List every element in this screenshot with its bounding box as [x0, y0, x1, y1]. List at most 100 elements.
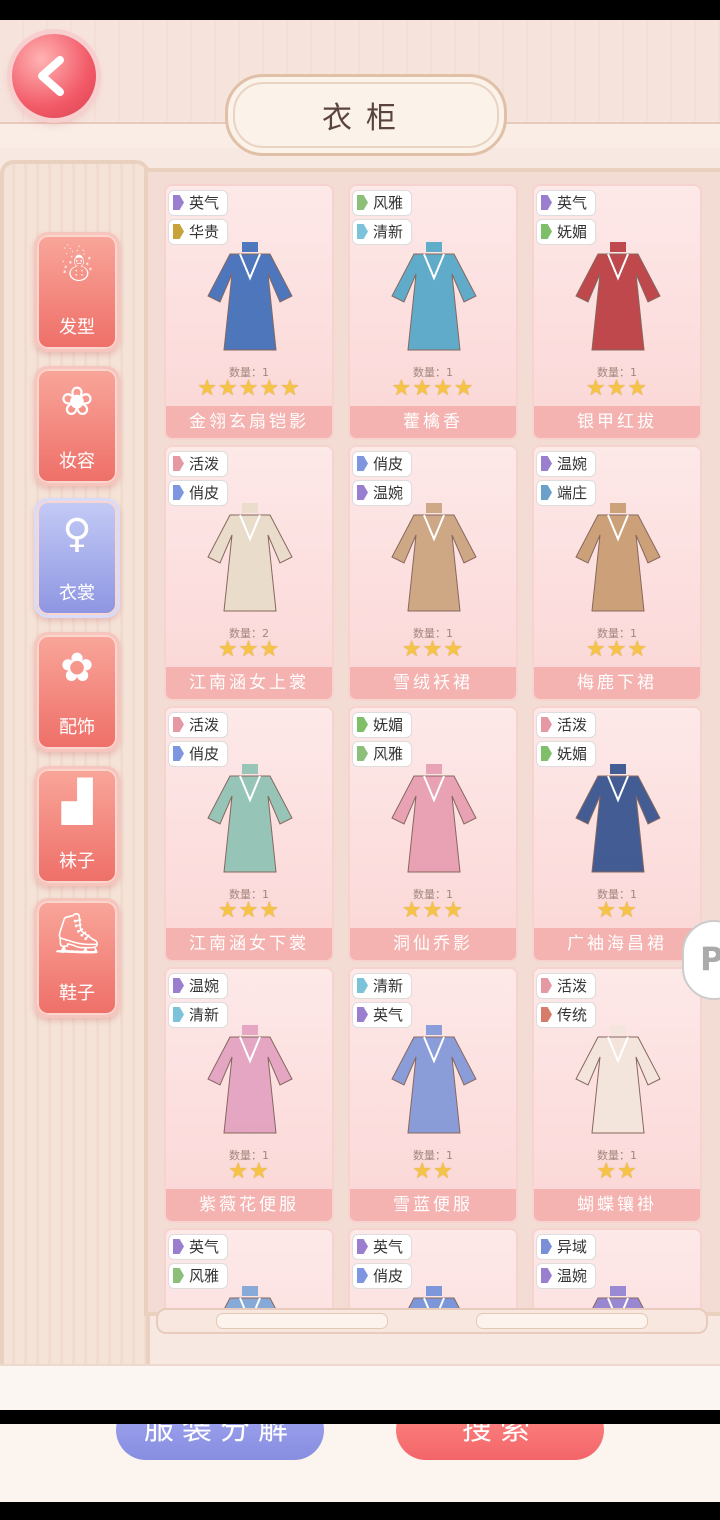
style-tag: 英气: [168, 1234, 229, 1260]
style-tag-label: 温婉: [189, 977, 220, 995]
shoes-icon: ⛸: [51, 911, 103, 957]
category-label: 鞋子: [59, 983, 95, 1004]
tag-marker-icon: [541, 1007, 552, 1022]
outfit-name: 金翎玄扇铠影: [166, 406, 332, 438]
bottom-strip: [0, 1364, 720, 1410]
outfit-image: [391, 503, 477, 612]
style-tag-label: 俏皮: [373, 455, 404, 473]
style-tag-label: 清新: [373, 977, 404, 995]
category-tab-accessory[interactable]: ✿ 配饰: [34, 632, 120, 752]
outfit-name: 江南涵女上裳: [166, 667, 332, 699]
tag-marker-icon: [173, 978, 184, 993]
outfit-card[interactable]: 温婉 端庄 数量：1 ★★★ 梅鹿下裙: [532, 445, 702, 701]
outfit-image: [207, 503, 293, 612]
tag-marker-icon: [541, 717, 552, 732]
outfit-name: 紫薇花便服: [166, 1189, 332, 1221]
rarity-stars: ★★★: [585, 376, 649, 401]
style-tag-label: 温婉: [557, 455, 588, 473]
style-tag-label: 异域: [557, 1238, 588, 1256]
tag-marker-icon: [541, 456, 552, 471]
tag-marker-icon: [173, 1268, 184, 1283]
outfit-name: 江南涵女下裳: [166, 928, 332, 960]
back-button[interactable]: [12, 34, 96, 118]
decompose-button[interactable]: 服装分解: [116, 1424, 324, 1460]
rarity-stars: ★★★: [401, 637, 465, 662]
outfit-name: 洞仙乔影: [350, 928, 516, 960]
rarity-stars: ★★★: [217, 637, 281, 662]
wardrobe-grid[interactable]: 英气 华贵 数量：1 ★★★★★ 金翎玄扇铠影 风雅 清新 数量：1 ★★★★ 藿檎香 英气 妩媚 数量…: [144, 168, 720, 1316]
category-tab-makeup[interactable]: ❀ 妆容: [34, 366, 120, 486]
outfit-card[interactable]: 异域 温婉: [532, 1228, 702, 1312]
tag-marker-icon: [357, 717, 368, 732]
outfit-image: [575, 1025, 661, 1134]
rarity-stars: ★★: [596, 898, 638, 923]
tag-marker-icon: [173, 224, 184, 239]
tag-marker-icon: [357, 746, 368, 761]
tag-marker-icon: [357, 1268, 368, 1283]
category-label: 配饰: [59, 717, 95, 738]
tag-marker-icon: [357, 456, 368, 471]
outfit-card[interactable]: 活泼 俏皮 数量：1 ★★★ 江南涵女下裳: [164, 706, 334, 962]
search-button[interactable]: 搜索: [396, 1424, 604, 1460]
socks-icon: ▟: [61, 779, 93, 825]
style-tag-label: 英气: [189, 194, 220, 212]
chevron-left-icon: [38, 56, 64, 96]
style-tag-label: 活泼: [557, 977, 588, 995]
outfit-name: 蝴蝶镶褂: [534, 1189, 700, 1221]
outfit-card[interactable]: 英气 俏皮: [348, 1228, 518, 1312]
rarity-stars: ★★★: [217, 898, 281, 923]
category-tab-shoes[interactable]: ⛸ 鞋子: [34, 898, 120, 1018]
outfit-card[interactable]: 英气 妩媚 数量：1 ★★★ 银甲红拔: [532, 184, 702, 440]
rarity-stars: ★★: [596, 1159, 638, 1184]
outfit-card[interactable]: 风雅 清新 数量：1 ★★★★ 藿檎香: [348, 184, 518, 440]
style-tag-label: 活泼: [189, 716, 220, 734]
style-tag-label: 英气: [373, 1238, 404, 1256]
outfit-card[interactable]: 英气 华贵 数量：1 ★★★★★ 金翎玄扇铠影: [164, 184, 334, 440]
outfit-card[interactable]: 清新 英气 数量：1 ★★ 雪蓝便服: [348, 967, 518, 1223]
outfit-card[interactable]: 妩媚 风雅 数量：1 ★★★ 洞仙乔影: [348, 706, 518, 962]
category-label: 妆容: [59, 451, 95, 472]
tag-marker-icon: [541, 224, 552, 239]
outfit-card[interactable]: 活泼 妩媚 数量：1 ★★ 广袖海昌裙: [532, 706, 702, 962]
outfit-name: 梅鹿下裙: [534, 667, 700, 699]
style-tag: 风雅: [352, 190, 413, 216]
tag-marker-icon: [357, 978, 368, 993]
dress-figure-icon: ♀: [62, 511, 92, 557]
outfit-image: [575, 242, 661, 351]
outfit-name: 雪绒袄裙: [350, 667, 516, 699]
style-tag-label: 英气: [189, 1238, 220, 1256]
outfit-image: [207, 764, 293, 873]
category-tab-hair[interactable]: ☃ 发型: [34, 232, 120, 352]
page-scroll-indicator: [156, 1308, 708, 1334]
rarity-stars: ★★★: [585, 637, 649, 662]
outfit-image: [207, 242, 293, 351]
style-tag: 英气: [168, 190, 229, 216]
outfit-card[interactable]: 俏皮 温婉 数量：1 ★★★ 雪绒袄裙: [348, 445, 518, 701]
outfit-card[interactable]: 活泼 传统 数量：1 ★★ 蝴蝶镶褂: [532, 967, 702, 1223]
outfit-image: [391, 1025, 477, 1134]
outfit-card[interactable]: 温婉 清新 数量：1 ★★ 紫薇花便服: [164, 967, 334, 1223]
style-tag: 活泼: [168, 451, 229, 477]
outfit-name: 银甲红拔: [534, 406, 700, 438]
outfit-image: [575, 503, 661, 612]
rarity-stars: ★★: [412, 1159, 454, 1184]
scroll-knob-left: [216, 1313, 388, 1329]
rarity-stars: ★★★★: [391, 376, 475, 401]
tag-marker-icon: [173, 1007, 184, 1022]
outfit-card[interactable]: 活泼 俏皮 数量：2 ★★★ 江南涵女上裳: [164, 445, 334, 701]
category-label: 发型: [59, 317, 95, 338]
tag-marker-icon: [173, 195, 184, 210]
bottom-action-bar: 服装分解 搜索: [0, 1424, 720, 1502]
style-tag-label: 风雅: [373, 194, 404, 212]
tag-marker-icon: [173, 746, 184, 761]
style-tag-label: 英气: [557, 194, 588, 212]
category-tab-socks[interactable]: ▟ 袜子: [34, 766, 120, 886]
tag-marker-icon: [357, 1239, 368, 1254]
outfit-card[interactable]: 英气 风雅: [164, 1228, 334, 1312]
accessory-icon: ✿: [60, 645, 94, 691]
page-title-plaque: 衣柜: [225, 74, 507, 156]
hair-icon: ☃: [59, 245, 95, 291]
category-tab-clothing[interactable]: ♀ 衣裳: [34, 498, 120, 618]
style-tag: 英气: [352, 1234, 413, 1260]
tag-marker-icon: [173, 717, 184, 732]
